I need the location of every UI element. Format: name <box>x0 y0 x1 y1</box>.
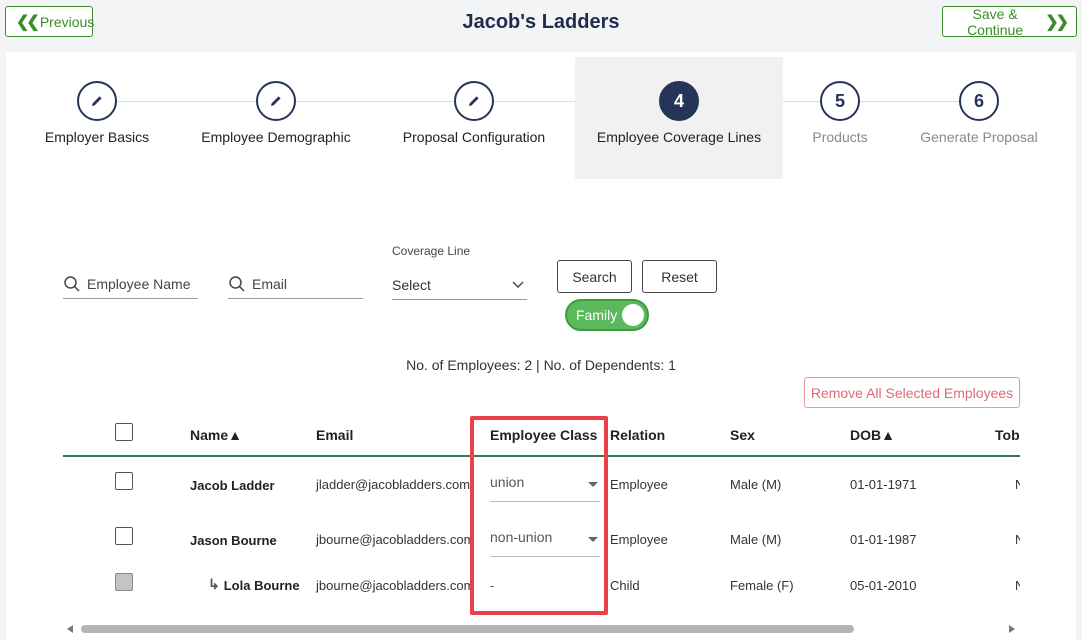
pencil-icon <box>271 96 281 106</box>
employee-email: jladder@jacobladders.com <box>316 477 471 492</box>
double-chevron-right-icon: ❯❯ <box>1045 13 1069 31</box>
relation: Employee <box>610 532 668 547</box>
row-checkbox[interactable] <box>115 527 133 545</box>
pencil-icon <box>92 96 102 106</box>
step-proposal-configuration[interactable]: Proposal Configuration <box>384 52 564 174</box>
employee-class-value: union <box>490 473 525 490</box>
caret-down-icon <box>588 537 598 542</box>
employee-email: jbourne@jacobladders.com <box>316 532 475 547</box>
step-6-circle: 6 <box>959 81 999 121</box>
dob: 01-01-1971 <box>850 477 917 492</box>
progress-stepper: Employer Basics Employee Demographic Pro… <box>6 52 1076 179</box>
employee-table: Name▲ Email Employee Class Relation Sex … <box>63 410 1020 620</box>
email-input[interactable]: Email <box>228 269 363 299</box>
dependent-name: ↳ Lola Bourne <box>208 576 300 593</box>
relation: Child <box>610 578 640 593</box>
step-5-circle: 5 <box>820 81 860 121</box>
scroll-thumb[interactable] <box>81 625 854 633</box>
employee-class-value: - <box>490 578 495 593</box>
sub-item-arrow-icon: ↳ <box>208 576 220 592</box>
sex: Female (F) <box>730 578 794 593</box>
reset-button[interactable]: Reset <box>642 260 717 293</box>
column-header-email: Email <box>316 427 354 443</box>
email-placeholder: Email <box>252 275 288 292</box>
column-header-relation: Relation <box>610 427 666 443</box>
employee-class-select[interactable]: union <box>490 462 600 502</box>
column-header-dob[interactable]: DOB▲ <box>850 427 895 443</box>
step-label: Generate Proposal <box>920 129 1038 145</box>
caret-down-icon <box>588 482 598 487</box>
row-checkbox[interactable] <box>115 472 133 490</box>
employee-counts: No. of Employees: 2 | No. of Dependents:… <box>406 357 676 373</box>
scroll-left-icon[interactable] <box>67 625 73 633</box>
step-generate-proposal[interactable]: 6 Generate Proposal <box>909 52 1049 174</box>
page-title: Jacob's Ladders <box>462 11 620 33</box>
coverage-line-value: Select <box>392 276 431 293</box>
step-employee-demographic[interactable]: Employee Demographic <box>186 52 366 174</box>
dob: 05-01-2010 <box>850 578 917 593</box>
column-header-tob: Tob <box>995 427 1020 443</box>
top-bar: ❮❮ Previous Jacob's Ladders Save & Conti… <box>0 0 1082 48</box>
remove-all-selected-button[interactable]: Remove All Selected Employees <box>804 377 1020 408</box>
chevron-down-icon <box>512 281 524 288</box>
step-label: Employee Demographic <box>201 129 351 145</box>
step-label: Employer Basics <box>44 129 150 145</box>
tobacco: N <box>1015 477 1020 492</box>
step-2-circle <box>256 81 296 121</box>
save-continue-button[interactable]: Save & Continue ❯❯ <box>942 5 1077 38</box>
step-label: Products <box>812 129 868 145</box>
family-toggle[interactable]: Family <box>565 299 649 331</box>
pencil-icon <box>469 96 479 106</box>
employee-class-select[interactable]: non-union <box>490 517 600 557</box>
save-continue-label: Save & Continue <box>967 5 1024 38</box>
dependent-name-text: Lola Bourne <box>223 578 300 593</box>
employee-name: Jason Bourne <box>190 533 277 548</box>
scroll-right-icon[interactable] <box>1009 625 1015 633</box>
column-header-sex: Sex <box>730 427 755 443</box>
header-divider <box>63 455 1020 457</box>
coverage-line-select[interactable]: Select <box>392 270 527 300</box>
search-icon <box>64 275 80 292</box>
row-checkbox-disabled <box>115 573 133 591</box>
toggle-knob <box>622 304 644 326</box>
sex: Male (M) <box>730 477 782 492</box>
step-products[interactable]: 5 Products <box>790 52 890 174</box>
step-label: Proposal Configuration <box>402 129 546 145</box>
dob: 01-01-1987 <box>850 532 917 547</box>
search-button[interactable]: Search <box>557 260 632 293</box>
horizontal-scrollbar[interactable] <box>65 622 1017 636</box>
search-icon <box>229 275 245 292</box>
filter-bar: Employee Name Email Coverage Line Select… <box>6 232 1076 352</box>
main-card: Employer Basics Employee Demographic Pro… <box>6 52 1076 640</box>
relation: Employee <box>610 477 668 492</box>
step-1-circle <box>77 81 117 121</box>
step-employer-basics[interactable]: Employer Basics <box>27 52 167 174</box>
step-label: Employee Coverage Lines <box>596 129 762 145</box>
step-4-circle: 4 <box>659 81 699 121</box>
tobacco: N <box>1015 532 1020 547</box>
employee-name-input[interactable]: Employee Name <box>63 269 198 299</box>
sex: Male (M) <box>730 532 782 547</box>
column-header-name[interactable]: Name▲ <box>190 427 242 443</box>
column-header-employee-class: Employee Class <box>490 427 598 443</box>
step-employee-coverage-lines[interactable]: 4 Employee Coverage Lines <box>575 57 783 179</box>
employee-class-value: non-union <box>490 528 553 545</box>
family-toggle-label: Family <box>576 307 618 323</box>
select-all-checkbox[interactable] <box>115 423 133 441</box>
tobacco: N <box>1015 578 1020 593</box>
coverage-line-label: Coverage Line <box>392 244 471 258</box>
employee-email: jbourne@jacobladders.com <box>316 578 475 593</box>
employee-name: Jacob Ladder <box>190 478 275 493</box>
employee-name-placeholder: Employee Name <box>87 275 191 292</box>
step-3-circle <box>454 81 494 121</box>
